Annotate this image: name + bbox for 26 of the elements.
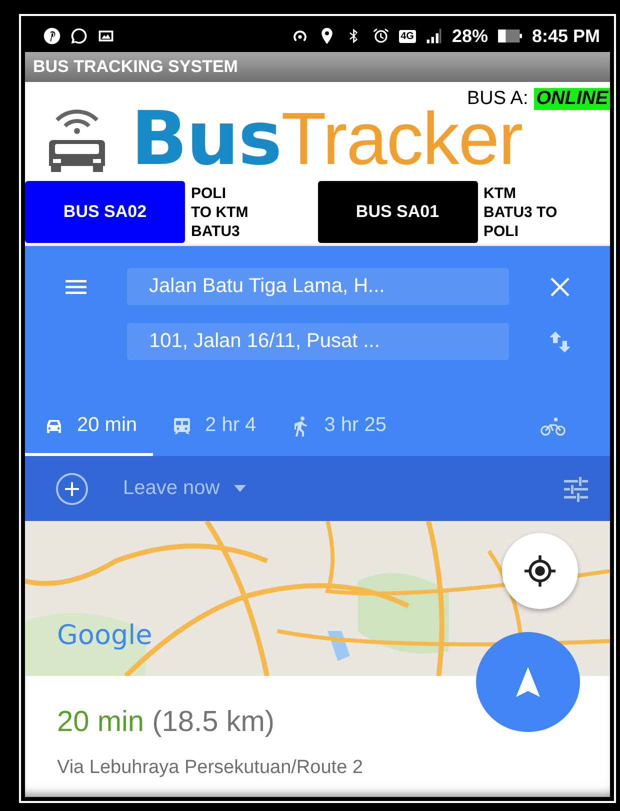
pinterest-icon <box>43 27 61 45</box>
app-title: BUS TRACKING SYSTEM <box>33 57 238 77</box>
battery-icon <box>496 27 523 45</box>
clock: 8:45 PM <box>532 26 600 46</box>
route-label: KTM BATU3 TO POLI <box>482 184 558 240</box>
route-via: Via Lebuhraya Persekutuan/Route 2 <box>57 757 364 779</box>
alarm-clock-icon <box>372 27 390 45</box>
network-type-label: 4G <box>398 30 416 42</box>
travel-mode-tab[interactable]: 2 hr 4 <box>153 398 272 456</box>
route-label: POLI TO KTM BATU3 <box>190 184 248 240</box>
bus-button[interactable]: BUS SA02 <box>25 181 185 243</box>
route-summary: 20 min (18.5 km) <box>57 706 276 739</box>
battery-percent: 28% <box>452 26 488 46</box>
crosshair-icon <box>523 554 557 588</box>
caret-icon <box>234 484 246 492</box>
signal-icon <box>424 27 443 45</box>
origin-field[interactable]: Jalan Batu Tiga Lama, H... <box>127 268 509 305</box>
map-attribution: Google <box>57 620 152 651</box>
bus-button[interactable]: BUS SA01 <box>318 181 478 243</box>
departure-dropdown[interactable]: Leave now <box>117 476 252 501</box>
filter-icon[interactable] <box>562 474 590 502</box>
destination-field[interactable]: 101, Jalan 16/11, Pusat ... <box>127 323 509 360</box>
add-icon[interactable] <box>55 472 89 506</box>
chat-bubble-icon <box>70 27 88 45</box>
bus-status: ONLINE <box>534 88 610 110</box>
travel-mode-tab[interactable]: 3 hr 25 <box>272 398 402 456</box>
